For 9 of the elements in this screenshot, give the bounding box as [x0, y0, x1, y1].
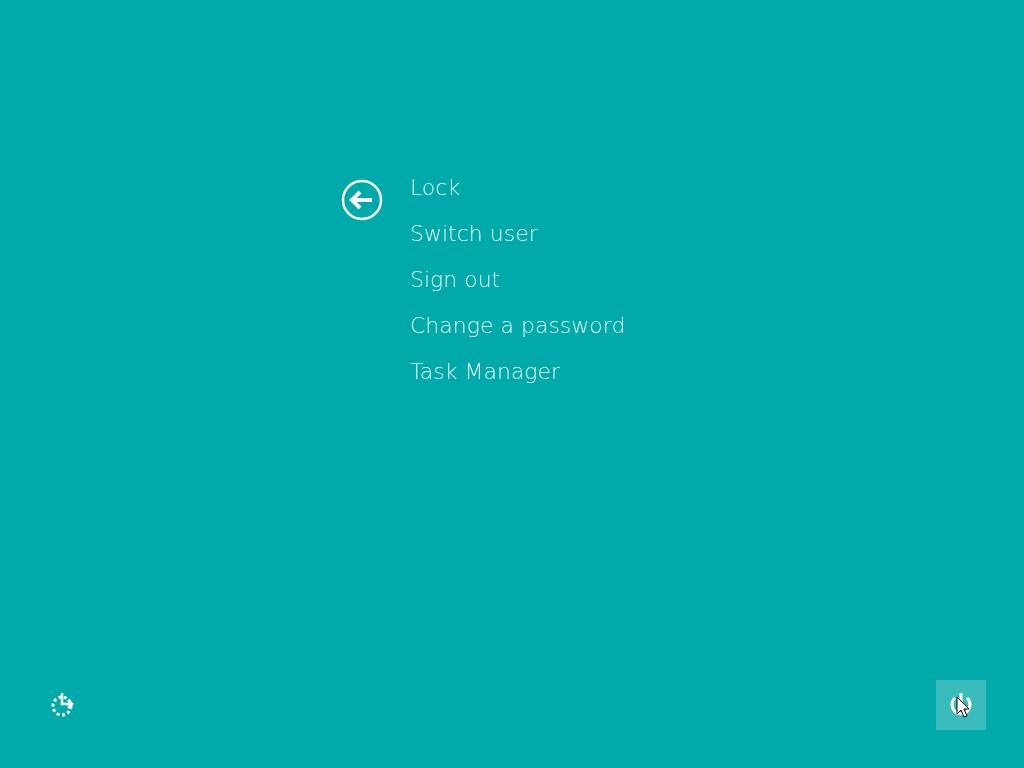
mouse-pointer-icon [956, 696, 970, 718]
menu-item[interactable]: Task Manager [410, 354, 561, 390]
menu-item[interactable]: Lock [410, 170, 461, 206]
power-button[interactable] [936, 680, 986, 730]
menu-item[interactable]: Switch user [410, 216, 538, 252]
ease-of-access-icon[interactable] [50, 692, 76, 718]
menu-item[interactable]: Sign out [410, 262, 501, 298]
back-icon[interactable] [341, 179, 383, 221]
menu-item[interactable]: Change a password [410, 308, 626, 344]
